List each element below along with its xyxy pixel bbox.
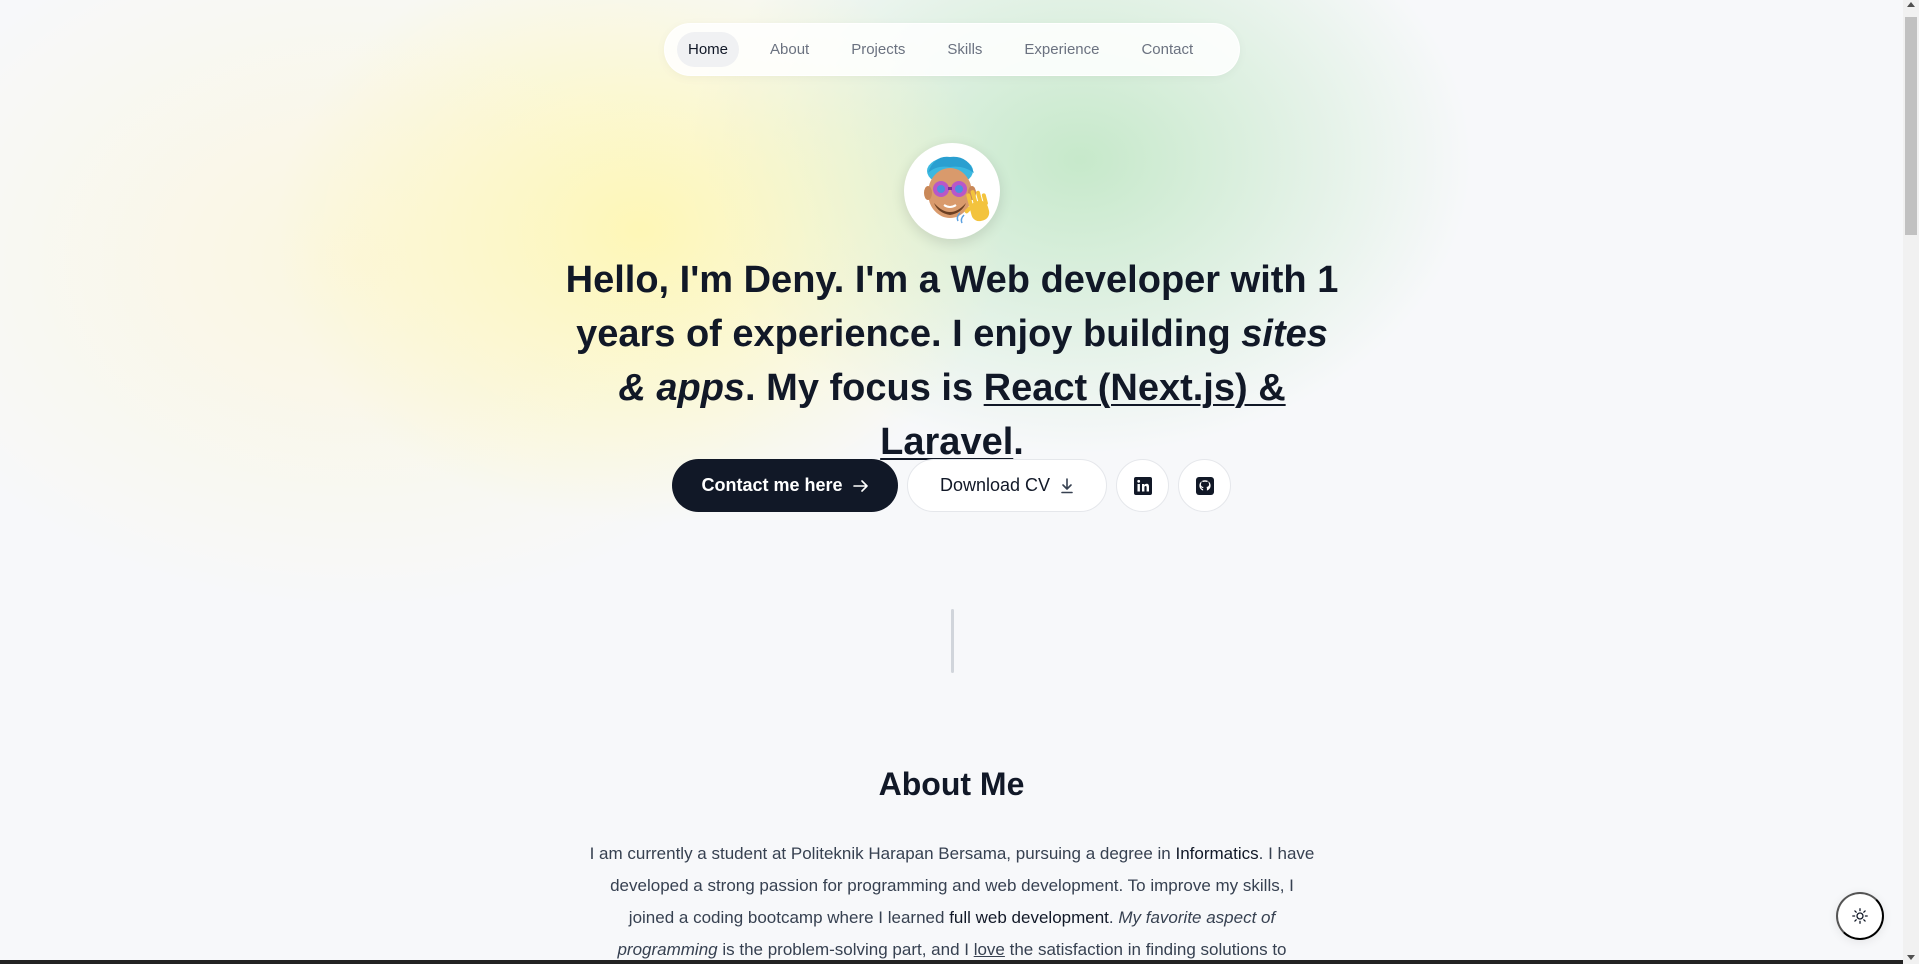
hero-greeting: Hello, I'm Deny. — [565, 259, 845, 301]
hero-role: Web developer — [950, 259, 1221, 301]
nav-item-skills[interactable]: Skills — [936, 32, 993, 67]
nav-item-home[interactable]: Home — [677, 32, 740, 67]
vertical-scrollbar[interactable] — [1903, 0, 1919, 964]
sun-icon — [1852, 908, 1868, 924]
scrollbar-thumb[interactable] — [1905, 17, 1917, 235]
scroll-up-arrow-icon[interactable] — [1907, 2, 1915, 7]
about-text-1: I am currently a student at Politeknik H… — [589, 844, 1176, 863]
linkedin-button[interactable] — [1116, 459, 1169, 512]
contact-me-label: Contact me here — [701, 475, 843, 495]
window-bottom-edge — [0, 960, 1903, 964]
top-nav: Home About Projects Skills Experience Co… — [664, 23, 1240, 76]
section-divider — [951, 609, 954, 673]
download-icon — [1061, 477, 1073, 493]
nav-item-experience[interactable]: Experience — [1013, 32, 1110, 67]
hero-text-5: . — [1013, 421, 1024, 463]
hero-actions: Contact me here Download CV — [672, 459, 1231, 512]
avatar — [904, 143, 1000, 239]
hero-text-4: . My focus is — [745, 367, 984, 409]
about-title: About Me — [878, 766, 1025, 802]
hero-text-2: with — [1220, 259, 1318, 301]
arrow-right-icon — [852, 479, 868, 492]
hero-text-1: I'm a — [844, 259, 951, 301]
github-icon — [1195, 476, 1214, 495]
nav-item-contact[interactable]: Contact — [1130, 32, 1204, 67]
hero-headline: Hello, I'm Deny. I'm a Web developer wit… — [560, 253, 1344, 469]
theme-toggle-button[interactable] — [1836, 892, 1884, 940]
github-button[interactable] — [1178, 459, 1231, 512]
linkedin-icon — [1133, 476, 1152, 495]
about-text-3: . — [1108, 908, 1119, 927]
about-learned: full web development — [949, 908, 1109, 927]
about-text-4: is the problem-solving part, and I — [717, 940, 974, 959]
about-text-5: the satisfaction in finding solutions to — [1004, 940, 1287, 959]
page: Home About Projects Skills Experience Co… — [0, 0, 1903, 964]
about-degree: Informatics — [1175, 844, 1259, 863]
about-love: love — [973, 940, 1005, 959]
contact-me-button[interactable]: Contact me here — [672, 459, 898, 512]
memoji-avatar-icon — [924, 156, 990, 224]
download-cv-label: Download CV — [939, 475, 1051, 495]
nav-item-projects[interactable]: Projects — [840, 32, 916, 67]
nav-item-about[interactable]: About — [759, 32, 820, 67]
about-paragraph: I am currently a student at Politeknik H… — [588, 838, 1316, 964]
hero-text-3: of experience. I enjoy building — [675, 313, 1242, 355]
scroll-down-arrow-icon[interactable] — [1907, 955, 1915, 960]
download-cv-button[interactable]: Download CV — [907, 459, 1107, 512]
